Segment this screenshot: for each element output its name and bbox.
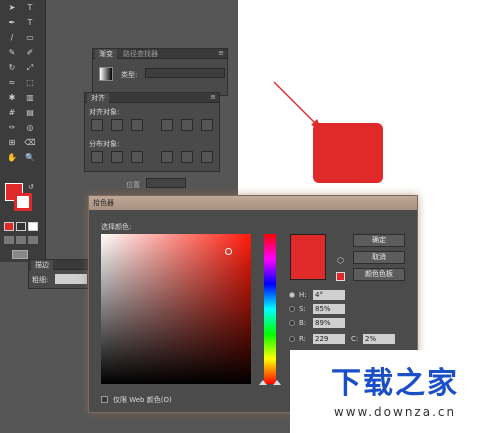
align-top-icon[interactable]	[161, 119, 173, 131]
stroke-weight-label: 粗细:	[32, 276, 49, 284]
distribute-top-icon[interactable]	[91, 151, 103, 163]
column-graph-icon[interactable]: ▥	[23, 92, 37, 103]
stroke-panel: 描边 粗细:	[28, 259, 90, 289]
distribute-bottom-icon[interactable]	[131, 151, 143, 163]
tab-gradient[interactable]: 渐变	[95, 49, 117, 59]
tools-panel: ➤ T ✒ T / ▭ ✎ ✐ ↻ ⤢ ≈ ⬚ ✱ ▥ # ▤ ✑ ◎ ⊞ ⌫ …	[0, 0, 46, 262]
scale-tool-icon[interactable]: ⤢	[23, 62, 37, 73]
align-left-icon[interactable]	[91, 119, 103, 131]
type-tool-icon[interactable]: T	[23, 17, 37, 28]
symbol-sprayer-icon[interactable]: ✱	[5, 92, 19, 103]
saturation-field[interactable]: 85%	[313, 304, 345, 314]
red-field[interactable]: 229	[313, 334, 345, 344]
gamut-color-swatch[interactable]	[336, 272, 345, 281]
gradient-type-select[interactable]	[145, 68, 225, 78]
align-panel: 对齐 ≡ 对齐对象: 分布对象:	[84, 92, 220, 172]
red-radio[interactable]	[289, 336, 295, 342]
position-label: 位置	[126, 181, 140, 189]
rotate-tool-icon[interactable]: ↻	[5, 62, 19, 73]
selection-tool-icon[interactable]: ➤	[5, 2, 19, 13]
tab-stroke[interactable]: 描边	[31, 260, 53, 270]
position-select[interactable]	[146, 178, 186, 188]
distribute-objects-label: 分布对象:	[89, 140, 120, 148]
hue-slider-right-handle[interactable]	[273, 380, 281, 385]
hue-radio[interactable]	[289, 292, 295, 298]
direct-select-icon[interactable]: T	[23, 2, 37, 13]
zoom-tool-icon[interactable]: 🔍	[23, 152, 37, 163]
align-hcenter-icon[interactable]	[111, 119, 123, 131]
draw-inside-icon[interactable]	[28, 236, 38, 244]
cyan-label: C:	[351, 335, 359, 343]
red-rounded-square[interactable]	[313, 123, 383, 183]
color-mode-icon[interactable]	[4, 222, 14, 231]
align-objects-label: 对齐对象:	[89, 108, 120, 116]
pencil-tool-icon[interactable]: ✐	[23, 47, 37, 58]
pen-tool-icon[interactable]: ✒	[5, 17, 19, 28]
align-right-icon[interactable]	[131, 119, 143, 131]
red-label: R:	[299, 335, 307, 343]
color-swatches-button[interactable]: 颜色色板	[353, 268, 405, 281]
saturation-label: S:	[299, 305, 306, 313]
align-vcenter-icon[interactable]	[181, 119, 193, 131]
brush-tool-icon[interactable]: ✎	[5, 47, 19, 58]
brightness-radio[interactable]	[289, 320, 295, 326]
blend-tool-icon[interactable]: ◎	[23, 122, 37, 133]
hue-field[interactable]: 4°	[313, 290, 345, 300]
free-transform-icon[interactable]: ⬚	[23, 77, 37, 88]
brightness-label: B:	[299, 319, 307, 327]
tab-pathfinder[interactable]: 路径查找器	[119, 49, 162, 59]
none-mode-icon[interactable]	[28, 222, 38, 231]
stroke-weight-field[interactable]	[55, 274, 87, 284]
select-color-label: 选择颜色:	[101, 223, 132, 231]
color-field[interactable]	[101, 234, 251, 384]
hand-tool-icon[interactable]: ✋	[5, 152, 19, 163]
gradient-preview[interactable]	[99, 67, 113, 81]
saturation-radio[interactable]	[289, 306, 295, 312]
draw-normal-icon[interactable]	[4, 236, 14, 244]
panel-menu-icon[interactable]: ≡	[218, 49, 224, 57]
draw-behind-icon[interactable]	[16, 236, 26, 244]
watermark-box: 下载之家 www.downza.cn	[290, 350, 500, 433]
web-only-label: 仅限 Web 颜色(O)	[113, 396, 172, 404]
swap-fill-stroke-icon[interactable]: ↺	[28, 183, 34, 191]
rectangle-tool-icon[interactable]: ▭	[23, 32, 37, 43]
slice-tool-icon[interactable]: ⊞	[5, 137, 19, 148]
mesh-tool-icon[interactable]: #	[5, 107, 19, 118]
stroke-swatch[interactable]	[14, 193, 32, 211]
gradient-type-label: 类型:	[121, 71, 138, 79]
cancel-button[interactable]: 取消	[353, 251, 405, 264]
line-tool-icon[interactable]: /	[5, 32, 19, 43]
web-only-checkbox[interactable]	[101, 396, 108, 403]
distribute-vcenter-icon[interactable]	[111, 151, 123, 163]
color-field-cursor[interactable]	[225, 248, 232, 255]
distribute-hcenter-icon[interactable]	[181, 151, 193, 163]
ok-button[interactable]: 确定	[353, 234, 405, 247]
out-of-gamut-icon[interactable]: ⬡	[337, 256, 344, 265]
distribute-left-icon[interactable]	[161, 151, 173, 163]
gradient-mode-icon[interactable]	[16, 222, 26, 231]
cyan-field[interactable]: 2%	[363, 334, 395, 344]
hue-slider[interactable]	[264, 234, 276, 384]
align-bottom-icon[interactable]	[201, 119, 213, 131]
watermark-url: www.downza.cn	[333, 405, 457, 419]
warp-tool-icon[interactable]: ≈	[5, 77, 19, 88]
eyedropper-tool-icon[interactable]: ✑	[5, 122, 19, 133]
distribute-right-icon[interactable]	[201, 151, 213, 163]
dialog-title: 拾色器	[89, 196, 417, 210]
panel-menu-icon[interactable]: ≡	[210, 93, 216, 101]
watermark-title: 下载之家	[331, 366, 459, 401]
gradient-tool-icon[interactable]: ▤	[23, 107, 37, 118]
eraser-tool-icon[interactable]: ⌫	[23, 137, 37, 148]
tab-align[interactable]: 对齐	[87, 93, 109, 103]
gradient-panel: 渐变 路径查找器 ≡ 类型:	[92, 48, 228, 96]
new-color-preview	[290, 234, 326, 280]
hue-slider-left-handle[interactable]	[259, 380, 267, 385]
screen-mode-icon[interactable]	[12, 250, 28, 259]
brightness-field[interactable]: 89%	[313, 318, 345, 328]
hue-label: H:	[299, 291, 307, 299]
